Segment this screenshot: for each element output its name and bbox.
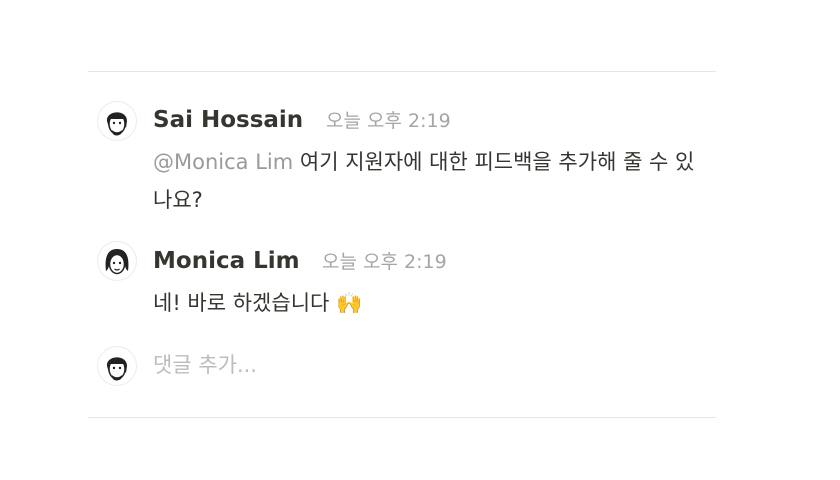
- comment-author[interactable]: Sai Hossain: [153, 106, 303, 134]
- sai-hossain-avatar[interactable]: [97, 101, 137, 141]
- comment-timestamp: 오늘 오후 2:19: [326, 110, 451, 132]
- monica-lim-avatar[interactable]: [97, 241, 137, 281]
- comment-author[interactable]: Monica Lim: [153, 247, 300, 275]
- comment-input[interactable]: 댓글 추가...: [153, 350, 257, 380]
- comment-body: 네! 바로 하겠습니다 🙌: [153, 284, 713, 322]
- raising-hands-emoji-icon: 🙌: [336, 291, 363, 315]
- thread-top-divider: [88, 71, 716, 72]
- comment-thread: Sai Hossain 오늘 오후 2:19 @Monica Lim 여기 지원…: [0, 0, 840, 480]
- comment-body: @Monica Lim 여기 지원자에 대한 피드백을 추가해 줄 수 있나요?: [153, 143, 713, 219]
- comment-text: 네! 바로 하겠습니다: [153, 291, 330, 315]
- current-user-avatar: [97, 346, 137, 386]
- thread-bottom-divider: [88, 417, 716, 418]
- comment-timestamp: 오늘 오후 2:19: [322, 251, 447, 273]
- user-mention[interactable]: @Monica Lim: [153, 150, 293, 174]
